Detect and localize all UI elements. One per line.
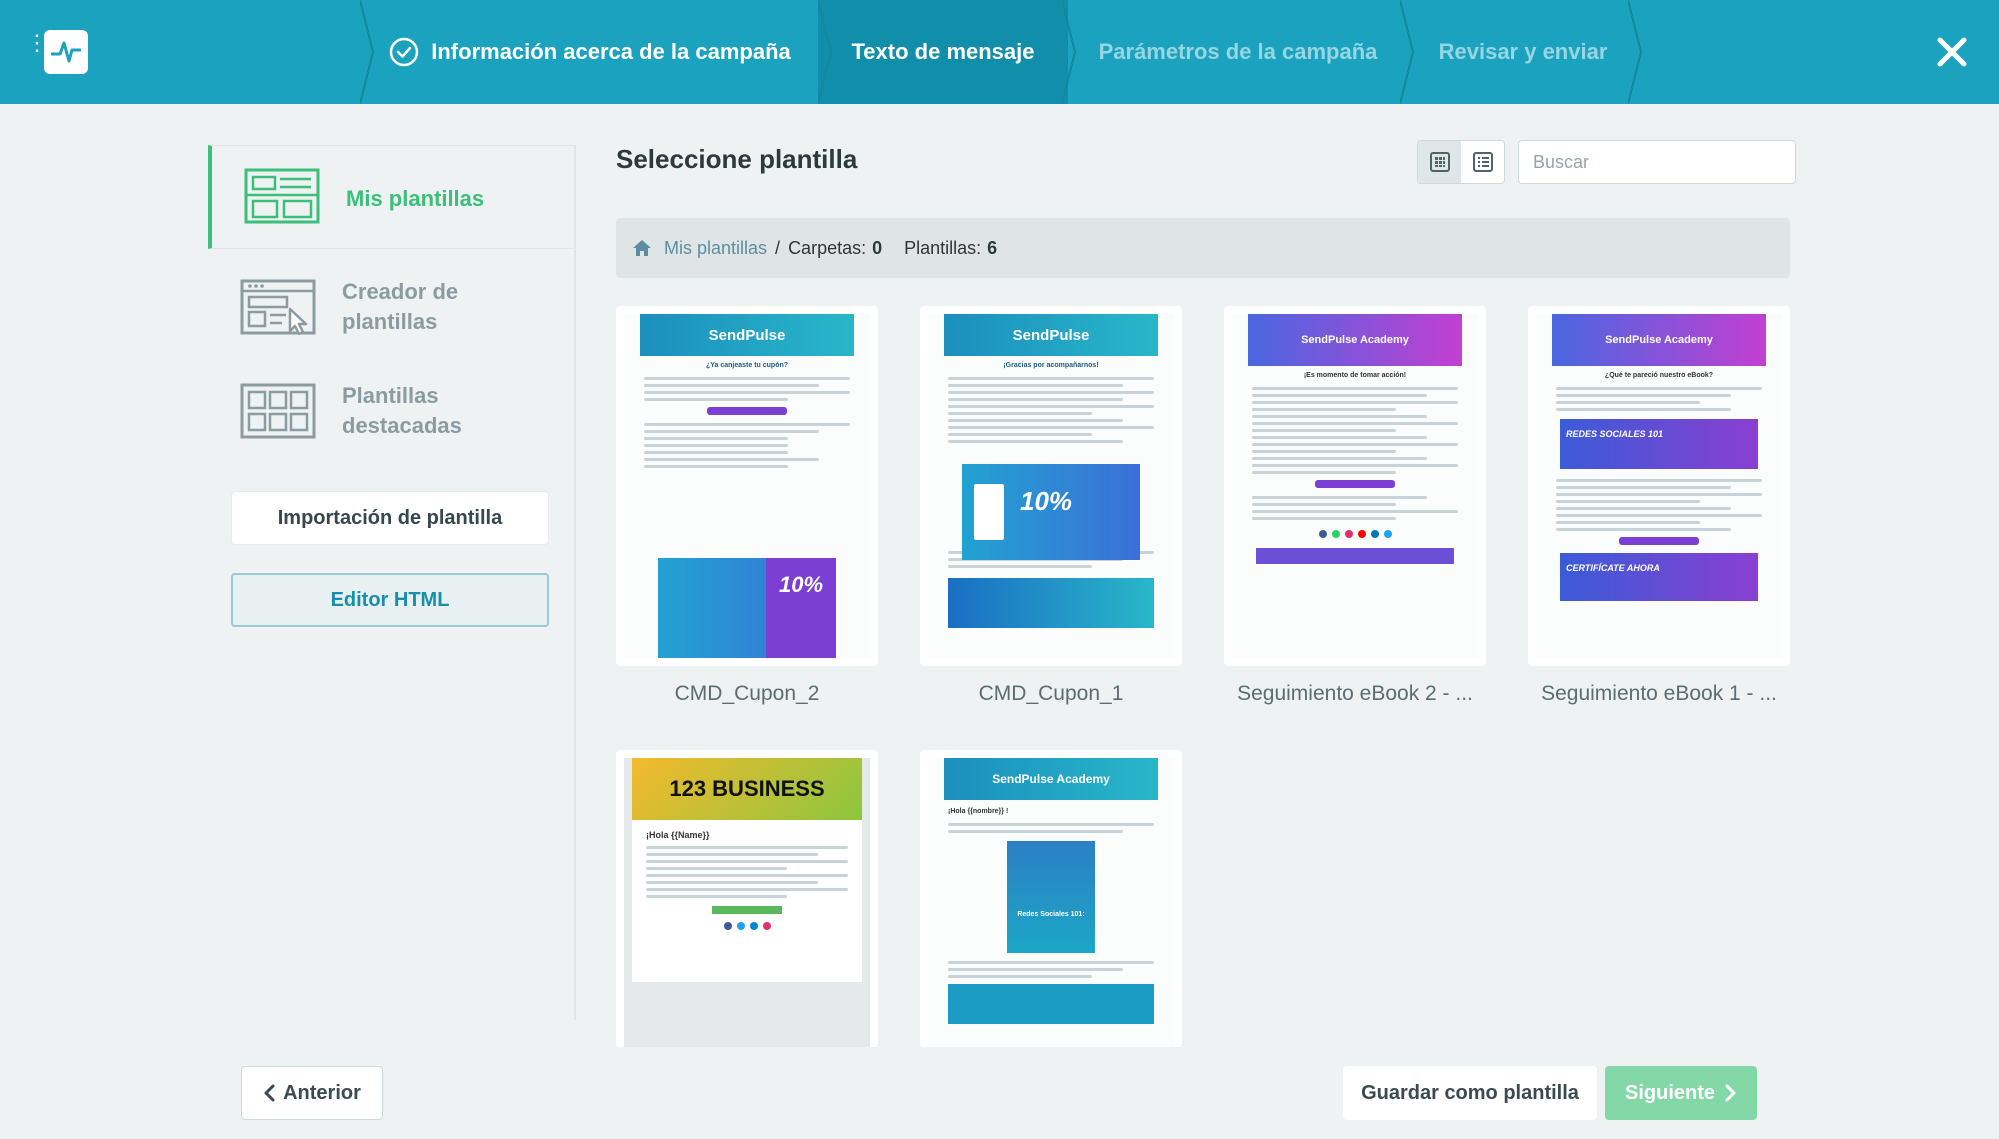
featured-templates-icon: [240, 383, 316, 439]
template-builder-icon: [240, 279, 316, 335]
chevron-right-icon: [1725, 1084, 1737, 1102]
top-bar: ⋮ Información acerca de la campaña Texto…: [0, 0, 1999, 104]
sidebar-item-label: Plantillas destacadas: [342, 383, 462, 438]
sidebar: Mis plantillas Creador de plantillas Pla…: [208, 145, 576, 1020]
next-button[interactable]: Siguiente: [1605, 1066, 1757, 1120]
step-separator: [360, 0, 374, 104]
certificate-banner: CERTIFÍCATE AHORA: [1560, 553, 1758, 601]
step-separator: [1062, 0, 1076, 104]
folders-count: 0: [872, 237, 883, 258]
template-name[interactable]: Seguimiento eBook 2 - ...: [1224, 682, 1486, 706]
templates-count: 6: [987, 237, 998, 258]
template-name[interactable]: CMD_Cupon_2: [616, 682, 878, 706]
coupon-percent: 10%: [766, 558, 836, 658]
coupon-banner: 10%: [962, 464, 1140, 560]
step-separator: [818, 0, 832, 104]
thumb-heading: ¿Ya canjeaste tu cupón?: [705, 362, 789, 369]
next-label: Siguiente: [1624, 1081, 1715, 1104]
page-title: Seleccione plantilla: [616, 144, 858, 174]
thumb-heading: ¿Qué te pareció nuestro eBook?: [1604, 372, 1714, 379]
template-thumbnail: SendPulse Academy ¡Hola {{nombre}} ! Red…: [928, 758, 1174, 1048]
breadcrumb: Mis plantillas / Carpetas: 0 Plantillas:…: [616, 218, 1790, 278]
pulse-logo-icon: [51, 41, 81, 63]
step-message-text[interactable]: Texto de mensaje: [818, 0, 1068, 104]
template-thumbnail: SendPulse Academy ¿Qué te pareció nuestr…: [1536, 314, 1782, 658]
template-thumbnail: SendPulse ¡Gracias por acompañarnos! 10%: [928, 314, 1174, 658]
grid-view-icon[interactable]: [1418, 141, 1461, 183]
thumb-header: SendPulse Academy: [1552, 314, 1766, 366]
step-campaign-info[interactable]: Información acerca de la campaña: [360, 0, 820, 104]
sidebar-item-label: Mis plantillas: [346, 186, 485, 211]
step-separator: [1628, 0, 1642, 104]
step-label: Parámetros de la campaña: [1098, 39, 1378, 64]
previous-label: Anterior: [283, 1081, 361, 1104]
template-card[interactable]: SendPulse ¡Gracias por acompañarnos! 10%: [920, 306, 1182, 666]
step-separator: [1400, 0, 1414, 104]
template-card[interactable]: SendPulse Academy ¡Es momento de tomar a…: [1224, 306, 1486, 666]
breadcrumb-link-my-templates[interactable]: Mis plantillas: [664, 238, 767, 259]
coupon-percent: 10%: [1020, 486, 1073, 516]
import-template-button[interactable]: Importación de plantilla: [231, 491, 549, 545]
list-view-icon[interactable]: [1461, 141, 1504, 183]
thumb-heading: ¡Hola {{nombre}} !: [948, 808, 1009, 815]
thumb-header: SendPulse Academy: [1248, 314, 1462, 366]
thumb-header: SendPulse: [944, 314, 1158, 356]
step-label: Revisar y enviar: [1438, 39, 1608, 64]
step-campaign-params[interactable]: Parámetros de la campaña: [1068, 0, 1408, 104]
app-logo[interactable]: [44, 30, 88, 74]
thumb-header: 123 BUSINESS: [632, 758, 862, 820]
sidebar-item-template-builder[interactable]: Creador de plantillas: [208, 257, 574, 357]
thumb-heading: ¡Hola {{Name}}: [646, 830, 710, 840]
templates-label: Plantillas:: [904, 237, 982, 258]
template-name[interactable]: CMD_Cupon_1: [920, 682, 1182, 706]
breadcrumb-separator: /: [775, 237, 781, 258]
my-templates-icon: [244, 168, 320, 224]
folders-label: Carpetas:: [788, 237, 867, 258]
sidebar-item-label: Creador de plantillas: [342, 279, 459, 334]
sidebar-item-featured-templates[interactable]: Plantillas destacadas: [208, 361, 574, 461]
menu-dots-icon[interactable]: ⋮: [26, 32, 48, 66]
step-label: Texto de mensaje: [851, 39, 1035, 64]
save-as-template-button[interactable]: Guardar como plantilla: [1343, 1066, 1597, 1120]
chevron-left-icon: [263, 1084, 275, 1102]
view-toggle: [1417, 140, 1505, 184]
thumb-heading: ¡Es momento de tomar acción!: [1303, 372, 1407, 379]
thumb-header: SendPulse Academy: [944, 758, 1158, 800]
previous-button[interactable]: Anterior: [241, 1066, 383, 1120]
template-card[interactable]: SendPulse Academy ¡Hola {{nombre}} ! Red…: [920, 750, 1182, 1048]
search-input[interactable]: [1518, 140, 1796, 184]
coupon-banner: 10%: [658, 558, 836, 658]
html-editor-button[interactable]: Editor HTML: [231, 573, 549, 627]
template-thumbnail: SendPulse Academy ¡Es momento de tomar a…: [1232, 314, 1478, 658]
thumb-heading: ¡Gracias por acompañarnos!: [1003, 362, 1099, 369]
template-thumbnail: 123 BUSINESS ¡Hola {{Name}}: [624, 758, 870, 1048]
thumb-header: SendPulse: [640, 314, 854, 356]
check-circle-icon: [389, 37, 419, 67]
home-icon[interactable]: [632, 239, 652, 257]
ebook-cover: Redes Sociales 101:: [1007, 841, 1095, 953]
template-thumbnail: SendPulse ¿Ya canjeaste tu cupón? 10%: [624, 314, 870, 658]
close-icon[interactable]: [1930, 30, 1974, 74]
template-name[interactable]: Seguimiento eBook 1 - ...: [1528, 682, 1790, 706]
template-card[interactable]: SendPulse Academy ¿Qué te pareció nuestr…: [1528, 306, 1790, 666]
sidebar-item-my-templates[interactable]: Mis plantillas: [208, 145, 574, 249]
template-card[interactable]: SendPulse ¿Ya canjeaste tu cupón? 10%: [616, 306, 878, 666]
step-label: Información acerca de la campaña: [431, 39, 791, 64]
template-card[interactable]: 123 BUSINESS ¡Hola {{Name}}: [616, 750, 878, 1048]
step-review-send[interactable]: Revisar y enviar: [1408, 0, 1638, 104]
ebook-banner: REDES SOCIALES 101: [1560, 419, 1758, 469]
